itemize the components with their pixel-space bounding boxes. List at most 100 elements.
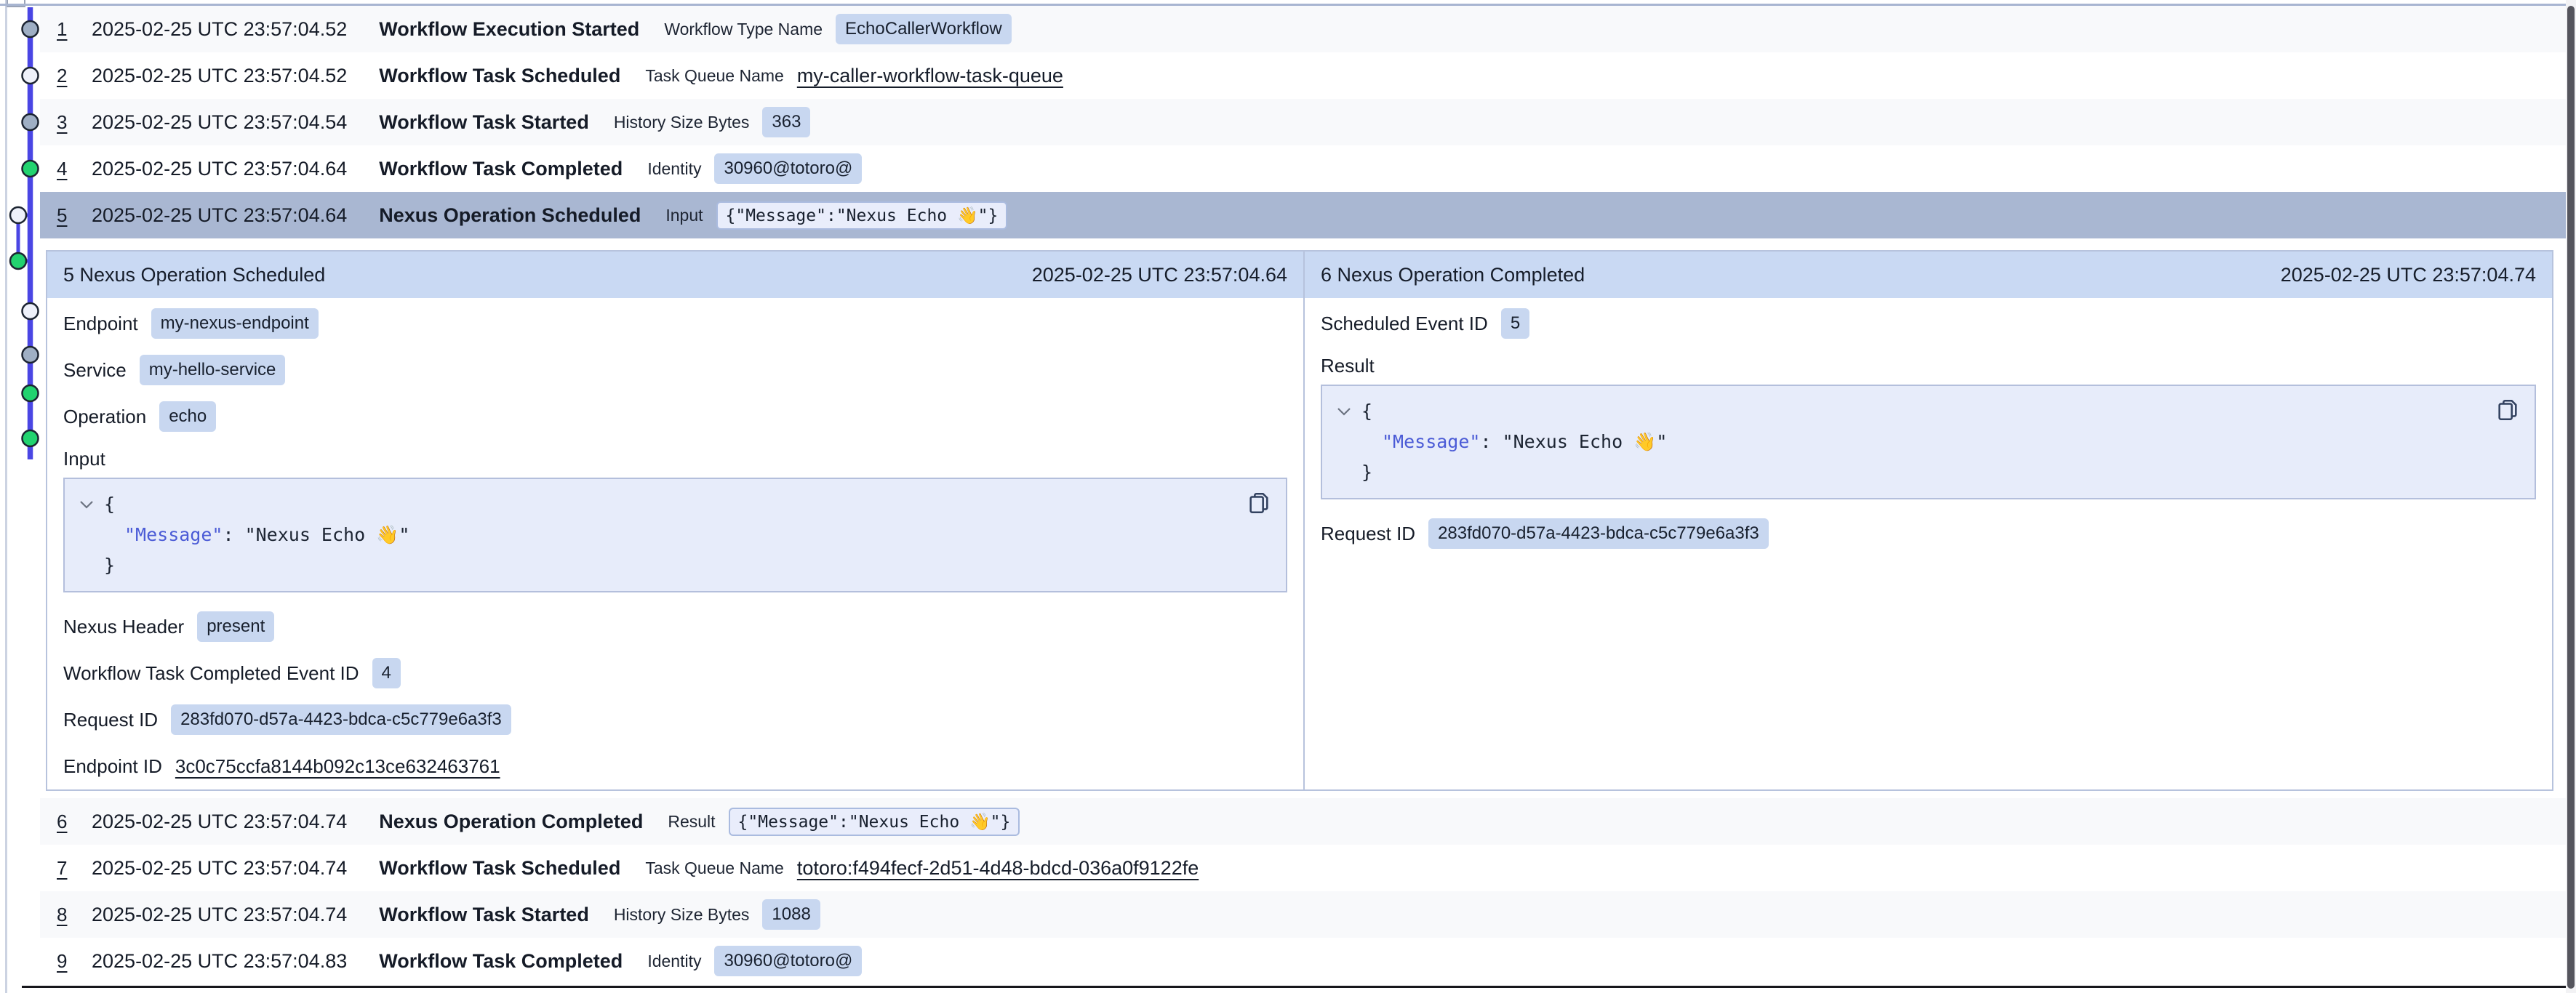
endpoint-label: Endpoint bbox=[63, 313, 138, 335]
timeline-dot-event-2[interactable] bbox=[23, 68, 39, 84]
result-section-label: Result bbox=[1321, 355, 2536, 377]
service-label: Service bbox=[63, 359, 127, 382]
event-type-name: Workflow Task Scheduled bbox=[379, 65, 620, 87]
event-detail-badge: 363 bbox=[762, 107, 810, 137]
scheduled-event-id-label: Scheduled Event ID bbox=[1321, 313, 1488, 335]
timeline-dot-event-5[interactable] bbox=[10, 207, 26, 223]
copy-icon[interactable] bbox=[2495, 398, 2520, 427]
event-timestamp: 2025-02-25 UTC 23:57:04.74 bbox=[92, 904, 347, 926]
event-id-link[interactable]: 5 bbox=[57, 204, 76, 227]
request-id-label: Request ID bbox=[1321, 523, 1415, 545]
task-queue-link[interactable]: my-caller-workflow-task-queue bbox=[797, 65, 1063, 87]
event-id-link[interactable]: 7 bbox=[57, 857, 76, 880]
collapse-chevron-icon[interactable] bbox=[1337, 407, 1361, 416]
event-detail-label: Task Queue Name bbox=[645, 859, 783, 878]
event-detail-label: History Size Bytes bbox=[614, 113, 750, 132]
event-detail-label: Input bbox=[665, 206, 703, 225]
event-detail-label: Identity bbox=[647, 159, 701, 179]
event-detail-label: Workflow Type Name bbox=[664, 20, 823, 39]
service-badge: my-hello-service bbox=[140, 355, 286, 385]
event-history-table: 1 2025-02-25 UTC 23:57:04.52 Workflow Ex… bbox=[40, 6, 2567, 988]
event-detail-badge: 1088 bbox=[762, 899, 820, 930]
task-queue-link[interactable]: totoro:f494fecf-2d51-4d48-bdcd-036a0f912… bbox=[797, 857, 1199, 880]
wtc-event-id-badge: 4 bbox=[372, 658, 401, 688]
nexus-header-label: Nexus Header bbox=[63, 616, 184, 638]
wtc-event-id-label: Workflow Task Completed Event ID bbox=[63, 662, 359, 685]
event-detail-badge: 30960@totoro@ bbox=[714, 946, 862, 976]
copy-icon[interactable] bbox=[1247, 491, 1271, 520]
nexus-operation-completed-panel: 6 Nexus Operation Completed 2025-02-25 U… bbox=[1303, 252, 2552, 789]
timeline-dot-event-3[interactable] bbox=[23, 114, 39, 130]
timeline-dot-event-8[interactable] bbox=[23, 347, 39, 363]
collapse-chevron-icon[interactable] bbox=[79, 500, 104, 509]
event-row-6[interactable]: 6 2025-02-25 UTC 23:57:04.74 Nexus Opera… bbox=[40, 798, 2567, 845]
event-detail-panels: 5 Nexus Operation Scheduled 2025-02-25 U… bbox=[46, 250, 2553, 791]
event-detail-label: History Size Bytes bbox=[614, 905, 750, 925]
event-type-name: Workflow Task Started bbox=[379, 111, 589, 134]
event-id-link[interactable]: 6 bbox=[57, 811, 76, 833]
event-detail-badge: EchoCallerWorkflow bbox=[836, 14, 1012, 44]
event-detail-label: Task Queue Name bbox=[645, 66, 783, 86]
endpoint-id-link[interactable]: 3c0c75ccfa8144b092c13ce632463761 bbox=[175, 755, 500, 778]
request-id-label: Request ID bbox=[63, 709, 158, 731]
timeline-dot-event-10[interactable] bbox=[23, 430, 39, 446]
nexus-operation-scheduled-panel: 5 Nexus Operation Scheduled 2025-02-25 U… bbox=[47, 252, 1303, 789]
endpoint-id-label: Endpoint ID bbox=[63, 755, 162, 778]
event-timestamp: 2025-02-25 UTC 23:57:04.52 bbox=[92, 18, 347, 41]
event-type-name: Workflow Execution Started bbox=[379, 18, 639, 41]
timeline-dot-event-1[interactable] bbox=[23, 21, 39, 37]
event-id-link[interactable]: 1 bbox=[57, 18, 76, 41]
event-id-link[interactable]: 3 bbox=[57, 111, 76, 134]
event-detail-badge: 30960@totoro@ bbox=[714, 153, 862, 184]
event-detail-label: Result bbox=[668, 812, 715, 832]
request-id-badge: 283fd070-d57a-4423-bdca-c5c779e6a3f3 bbox=[1428, 518, 1769, 549]
event-id-link[interactable]: 8 bbox=[57, 904, 76, 926]
event-row-7[interactable]: 7 2025-02-25 UTC 23:57:04.74 Workflow Ta… bbox=[40, 845, 2567, 891]
event-timestamp: 2025-02-25 UTC 23:57:04.74 bbox=[92, 811, 347, 833]
input-section-label: Input bbox=[63, 448, 1287, 470]
panel-body: Endpoint my-nexus-endpoint Service my-he… bbox=[47, 298, 1303, 781]
timeline-dot-event-6[interactable] bbox=[10, 253, 26, 269]
event-row-5-selected[interactable]: 5 2025-02-25 UTC 23:57:04.64 Nexus Opera… bbox=[40, 192, 2567, 238]
event-row-3[interactable]: 3 2025-02-25 UTC 23:57:04.54 Workflow Ta… bbox=[40, 99, 2567, 145]
event-timeline bbox=[0, 0, 44, 509]
event-type-name: Workflow Task Scheduled bbox=[379, 857, 620, 880]
timeline-dot-event-9[interactable] bbox=[23, 385, 39, 401]
json-open-brace: { bbox=[1361, 396, 1372, 427]
event-timestamp: 2025-02-25 UTC 23:57:04.54 bbox=[92, 111, 347, 134]
scrollbar-thumb[interactable] bbox=[2567, 6, 2575, 989]
json-key: "Message" bbox=[124, 520, 223, 550]
panel-timestamp: 2025-02-25 UTC 23:57:04.74 bbox=[2281, 264, 2536, 286]
panel-header: 6 Nexus Operation Completed 2025-02-25 U… bbox=[1305, 252, 2552, 298]
event-id-link[interactable]: 9 bbox=[57, 950, 76, 973]
section-bottom-rule bbox=[22, 986, 2567, 988]
timeline-dot-event-4[interactable] bbox=[23, 161, 39, 177]
event-row-1[interactable]: 1 2025-02-25 UTC 23:57:04.52 Workflow Ex… bbox=[40, 6, 2567, 52]
event-row-9[interactable]: 9 2025-02-25 UTC 23:57:04.83 Workflow Ta… bbox=[40, 938, 2567, 984]
panel-header: 5 Nexus Operation Scheduled 2025-02-25 U… bbox=[47, 252, 1303, 298]
json-close-brace: } bbox=[1361, 457, 1372, 488]
event-type-name: Nexus Operation Completed bbox=[379, 811, 643, 833]
event-type-name: Workflow Task Started bbox=[379, 904, 589, 926]
event-row-2[interactable]: 2 2025-02-25 UTC 23:57:04.52 Workflow Ta… bbox=[40, 52, 2567, 99]
input-json-viewer: { "Message": "Nexus Echo 👋" } bbox=[63, 478, 1287, 592]
json-close-brace: } bbox=[104, 550, 115, 581]
panel-title: 5 Nexus Operation Scheduled bbox=[63, 264, 325, 286]
event-row-4[interactable]: 4 2025-02-25 UTC 23:57:04.64 Workflow Ta… bbox=[40, 145, 2567, 192]
event-timestamp: 2025-02-25 UTC 23:57:04.52 bbox=[92, 65, 347, 87]
event-detail-label: Identity bbox=[647, 952, 701, 971]
json-colon: : bbox=[223, 520, 244, 550]
json-key: "Message" bbox=[1382, 427, 1480, 457]
event-id-link[interactable]: 4 bbox=[57, 158, 76, 180]
event-json-badge: {"Message":"Nexus Echo 👋"} bbox=[729, 808, 1020, 836]
vertical-scrollbar[interactable] bbox=[2566, 0, 2576, 993]
event-row-8[interactable]: 8 2025-02-25 UTC 23:57:04.74 Workflow Ta… bbox=[40, 891, 2567, 938]
event-json-badge: {"Message":"Nexus Echo 👋"} bbox=[716, 201, 1008, 230]
event-timestamp: 2025-02-25 UTC 23:57:04.83 bbox=[92, 950, 347, 973]
timeline-dot-event-7[interactable] bbox=[23, 303, 39, 319]
event-timestamp: 2025-02-25 UTC 23:57:04.74 bbox=[92, 857, 347, 880]
endpoint-badge: my-nexus-endpoint bbox=[151, 308, 319, 339]
event-id-link[interactable]: 2 bbox=[57, 65, 76, 87]
panel-timestamp: 2025-02-25 UTC 23:57:04.64 bbox=[1032, 264, 1287, 286]
nexus-header-badge: present bbox=[197, 611, 274, 642]
